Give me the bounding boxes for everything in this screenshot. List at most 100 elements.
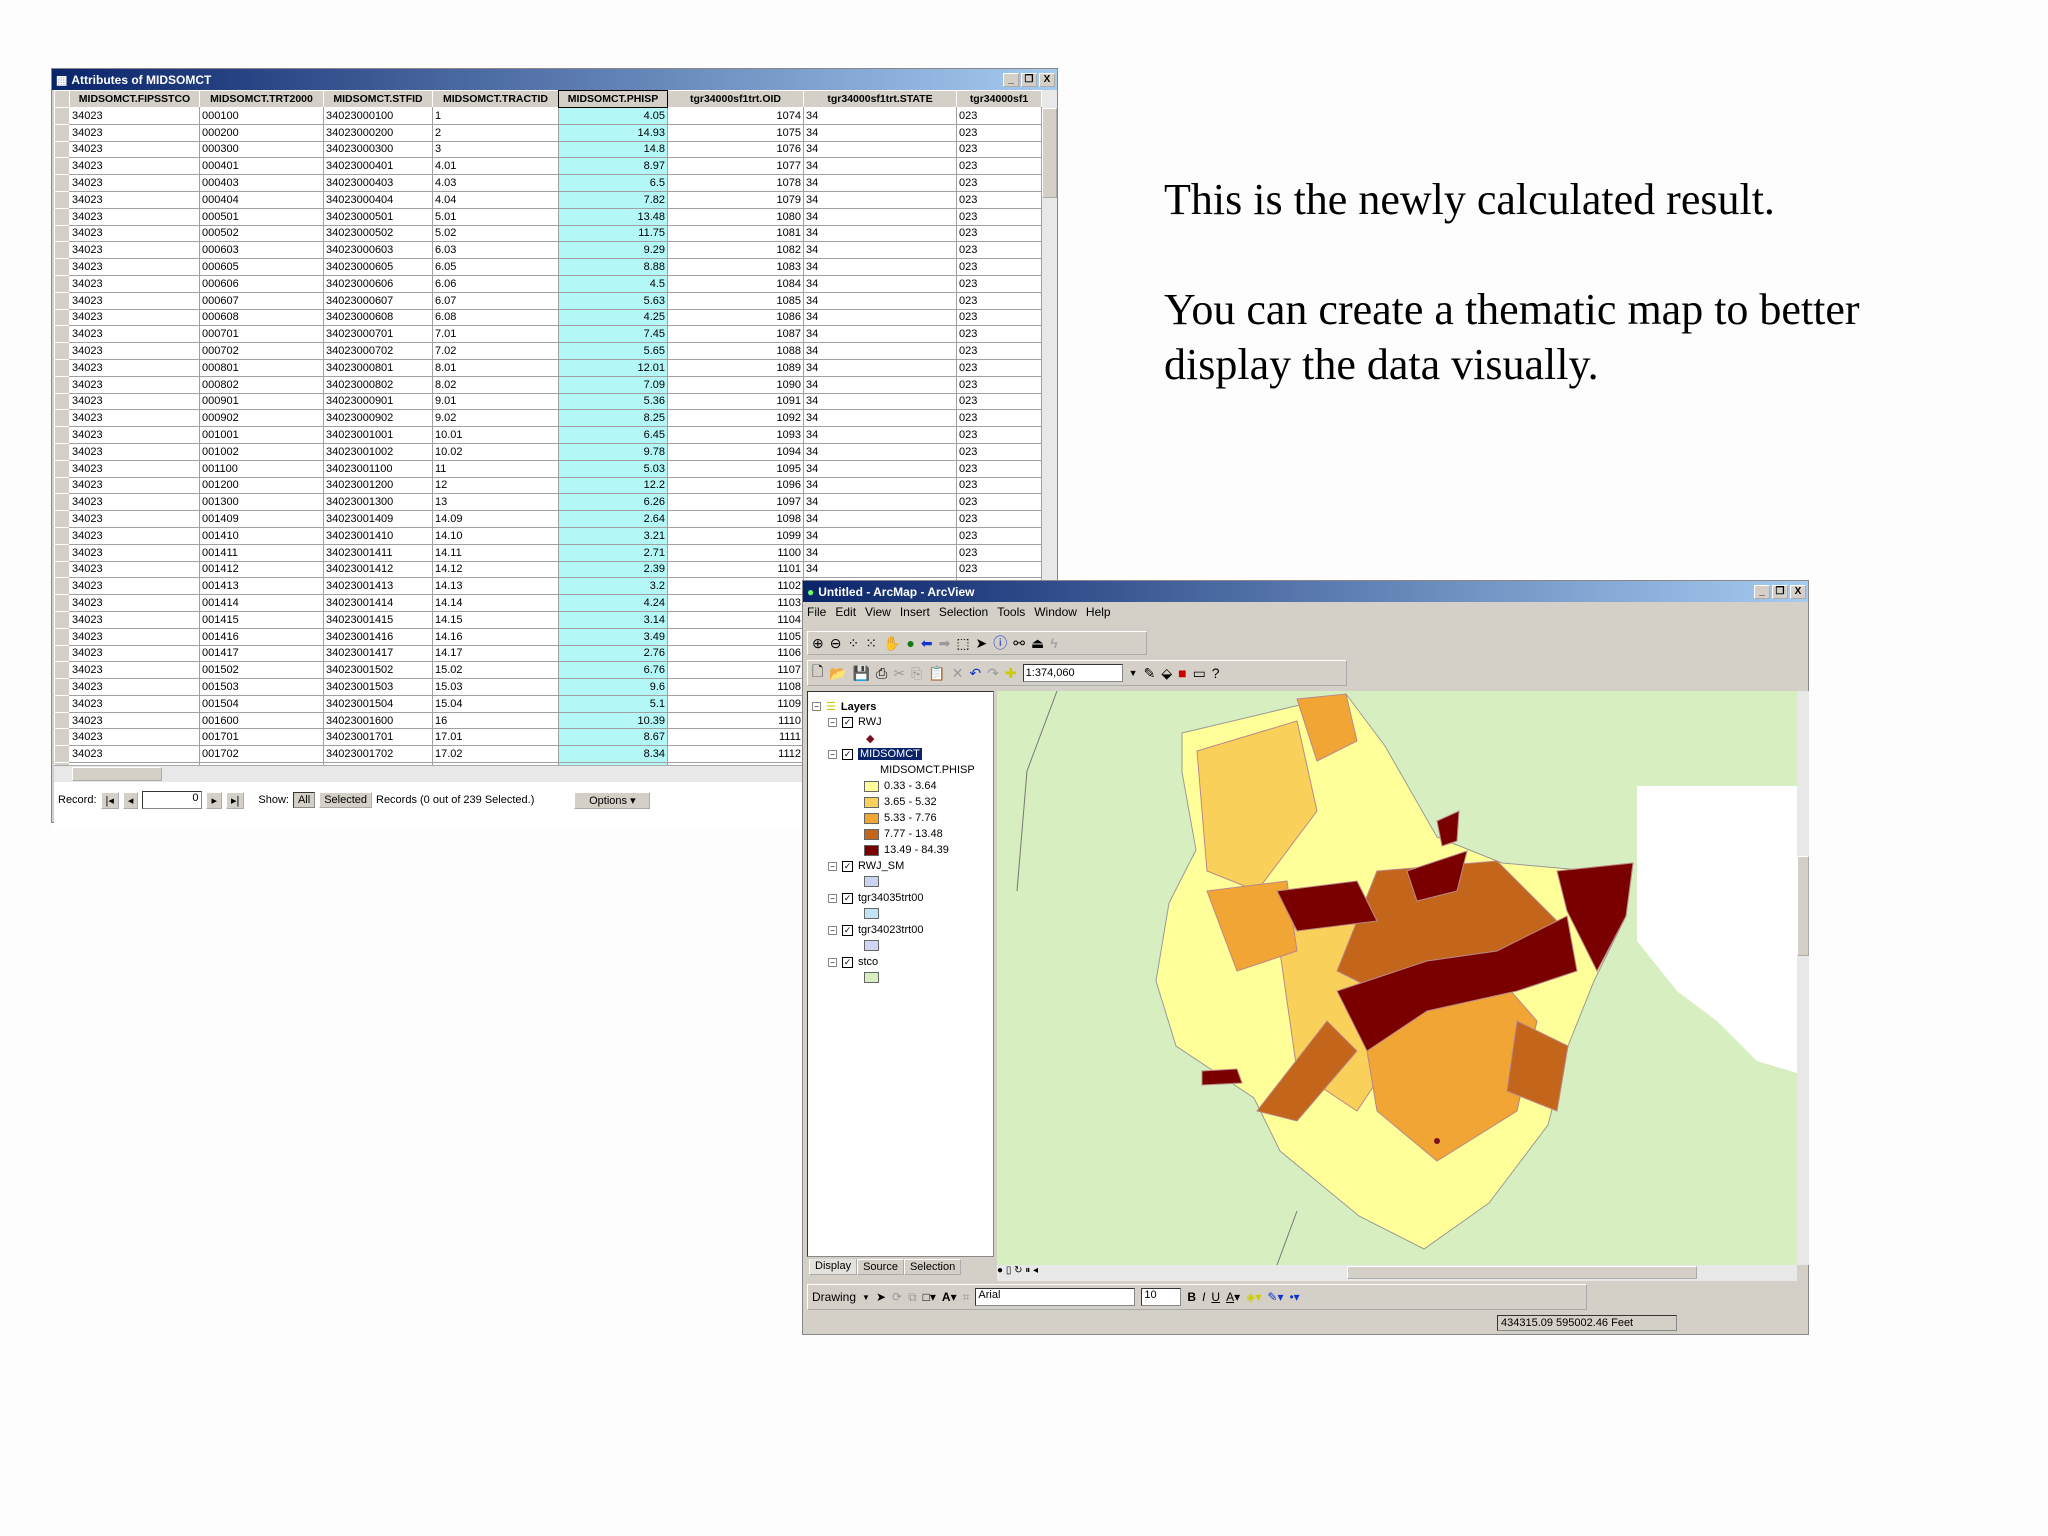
- fixed-zoom-out-icon[interactable]: ⁙: [865, 635, 877, 652]
- row-selector[interactable]: [54, 560, 70, 579]
- rotate-icon[interactable]: ⟳: [892, 1290, 902, 1304]
- collapse-icon[interactable]: −: [828, 957, 837, 967]
- row-selector[interactable]: [54, 594, 70, 612]
- cut-icon[interactable]: ✂: [893, 665, 905, 682]
- table-row[interactable]: 34023 000608 34023000608 6.08 4.25 1086 34 023: [54, 308, 1042, 327]
- collapse-icon[interactable]: −: [812, 702, 821, 711]
- table-row[interactable]: 34023 000603 34023000603 6.03 9.29 1082 34 023: [54, 241, 1042, 260]
- arcmap-titlebar[interactable]: ● Untitled - ArcMap - ArcView _ ❐ X: [803, 581, 1808, 602]
- measure-icon[interactable]: ⏏: [1031, 635, 1044, 652]
- map-scale-select[interactable]: 1:374,060: [1022, 664, 1123, 682]
- fill-color-icon[interactable]: ◈▾: [1246, 1290, 1261, 1304]
- next-record-button[interactable]: ▸: [206, 791, 222, 809]
- row-selector[interactable]: [54, 543, 70, 562]
- layer-name[interactable]: tgr34023trt00: [858, 924, 923, 936]
- select-elements-icon[interactable]: ➤: [876, 1290, 886, 1304]
- first-record-button[interactable]: |◂: [100, 791, 119, 809]
- italic-button[interactable]: I: [1202, 1290, 1205, 1304]
- row-selector[interactable]: [54, 308, 70, 327]
- table-row[interactable]: 34023 001412 34023001412 14.12 2.39 1101 34 023: [54, 560, 1042, 579]
- table-row[interactable]: 34023 000100 34023000100 1 4.05 1074 34 023: [54, 107, 1042, 125]
- collapse-icon[interactable]: −: [828, 861, 837, 871]
- map-vertical-scrollbar[interactable]: [1797, 691, 1809, 1265]
- menu-edit[interactable]: Edit: [835, 605, 856, 619]
- column-header[interactable]: MIDSOMCT.TRT2000: [199, 90, 324, 108]
- attributes-titlebar[interactable]: ▦ Attributes of MIDSOMCT _ ❐ X: [52, 69, 1057, 90]
- undo-icon[interactable]: ↶: [969, 665, 981, 682]
- row-selector[interactable]: [54, 661, 70, 680]
- row-selector[interactable]: [54, 107, 70, 125]
- layer-name[interactable]: RWJ_SM: [858, 860, 904, 872]
- prev-record-button[interactable]: ◂: [122, 791, 139, 809]
- collapse-icon[interactable]: −: [828, 893, 837, 903]
- row-selector[interactable]: [54, 375, 70, 394]
- layer-name[interactable]: RWJ: [858, 716, 882, 728]
- table-row[interactable]: 34023 000403 34023000403 4.03 6.5 1078 34 023: [54, 174, 1042, 192]
- identify-icon[interactable]: ⓘ: [993, 633, 1007, 653]
- menu-view[interactable]: View: [865, 605, 891, 619]
- forward-arrow-icon[interactable]: ➡: [939, 635, 951, 652]
- row-selector[interactable]: [54, 258, 70, 276]
- layer-visibility-checkbox[interactable]: ✓: [842, 716, 853, 728]
- table-row[interactable]: 34023 000300 34023000300 3 14.8 1076 34 023: [54, 140, 1042, 159]
- row-selector[interactable]: [54, 207, 70, 226]
- table-row[interactable]: 34023 000607 34023000607 6.07 5.63 1085 34 023: [54, 291, 1042, 310]
- layer-visibility-checkbox[interactable]: ✓: [842, 924, 853, 936]
- menu-help[interactable]: Help: [1086, 605, 1111, 619]
- layer-name[interactable]: MIDSOMCT: [858, 748, 922, 760]
- column-header[interactable]: MIDSOMCT.PHISP: [558, 90, 668, 108]
- drawing-menu[interactable]: Drawing: [812, 1290, 856, 1304]
- restore-button[interactable]: ❐: [1772, 584, 1788, 599]
- menu-insert[interactable]: Insert: [900, 605, 930, 619]
- table-row[interactable]: 34023 000401 34023000401 4.01 8.97 1077 34 023: [54, 157, 1042, 176]
- options-button[interactable]: Options ▾: [574, 791, 651, 809]
- collapse-icon[interactable]: −: [828, 749, 837, 759]
- arctoolbox-icon[interactable]: ■: [1178, 665, 1186, 681]
- column-header[interactable]: tgr34000sf1trt.STATE: [803, 90, 957, 108]
- row-selector[interactable]: [54, 493, 70, 512]
- row-selector[interactable]: [54, 291, 70, 310]
- zoom-out-icon[interactable]: ⊖: [830, 635, 842, 652]
- row-selector[interactable]: [54, 174, 70, 192]
- layer-visibility-checkbox[interactable]: ✓: [842, 892, 853, 904]
- row-selector[interactable]: [54, 476, 70, 495]
- row-selector[interactable]: [54, 644, 70, 663]
- full-extent-globe-icon[interactable]: ●: [906, 635, 914, 651]
- row-selector[interactable]: [54, 745, 70, 764]
- whats-this-help-icon[interactable]: ?: [1212, 665, 1220, 681]
- table-row[interactable]: 34023 000902 34023000902 9.02 8.25 1092 34 023: [54, 409, 1042, 428]
- show-selected-button[interactable]: Selected: [319, 792, 372, 808]
- row-selector[interactable]: [54, 157, 70, 176]
- paste-icon[interactable]: 📋: [928, 665, 945, 682]
- table-row[interactable]: 34023 001001 34023001001 10.01 6.45 1093 34 023: [54, 426, 1042, 444]
- menu-tools[interactable]: Tools: [997, 605, 1025, 619]
- row-selector[interactable]: [54, 123, 70, 142]
- fixed-zoom-in-icon[interactable]: ⁘: [847, 635, 859, 652]
- row-selector[interactable]: [54, 510, 70, 528]
- map-view[interactable]: [997, 691, 1797, 1265]
- row-selector[interactable]: [54, 274, 70, 293]
- column-header[interactable]: MIDSOMCT.FIPSSTCO: [69, 90, 200, 108]
- chevron-down-icon[interactable]: ▼: [1129, 668, 1138, 678]
- save-icon[interactable]: 💾: [853, 665, 870, 682]
- collapse-icon[interactable]: −: [828, 925, 837, 935]
- layer-visibility-checkbox[interactable]: ✓: [842, 956, 853, 968]
- table-row[interactable]: 34023 001410 34023001410 14.10 3.21 1099 34 023: [54, 526, 1042, 545]
- show-all-button[interactable]: All: [292, 792, 316, 808]
- menu-selection[interactable]: Selection: [939, 605, 988, 619]
- row-selector[interactable]: [54, 358, 70, 377]
- layer-visibility-checkbox[interactable]: ✓: [842, 748, 853, 760]
- table-row[interactable]: 34023 000702 34023000702 7.02 5.65 1088 34 023: [54, 342, 1042, 360]
- line-color-icon[interactable]: ✎▾: [1267, 1290, 1283, 1304]
- restore-button[interactable]: ❐: [1021, 72, 1037, 87]
- table-row[interactable]: 34023 000801 34023000801 8.01 12.01 1089 34 023: [54, 358, 1042, 377]
- table-row[interactable]: 34023 001300 34023001300 13 6.26 1097 34 023: [54, 493, 1042, 512]
- font-size-select[interactable]: 10: [1141, 1288, 1182, 1306]
- row-selector[interactable]: [54, 694, 70, 713]
- column-header[interactable]: tgr34000sf1trt.OID: [667, 90, 804, 108]
- new-document-icon[interactable]: 🗋: [812, 661, 823, 685]
- pan-hand-icon[interactable]: ✋: [883, 635, 900, 652]
- font-select[interactable]: Arial: [975, 1288, 1136, 1306]
- vertical-scroll-thumb[interactable]: [1042, 108, 1057, 198]
- row-selector[interactable]: [54, 224, 70, 243]
